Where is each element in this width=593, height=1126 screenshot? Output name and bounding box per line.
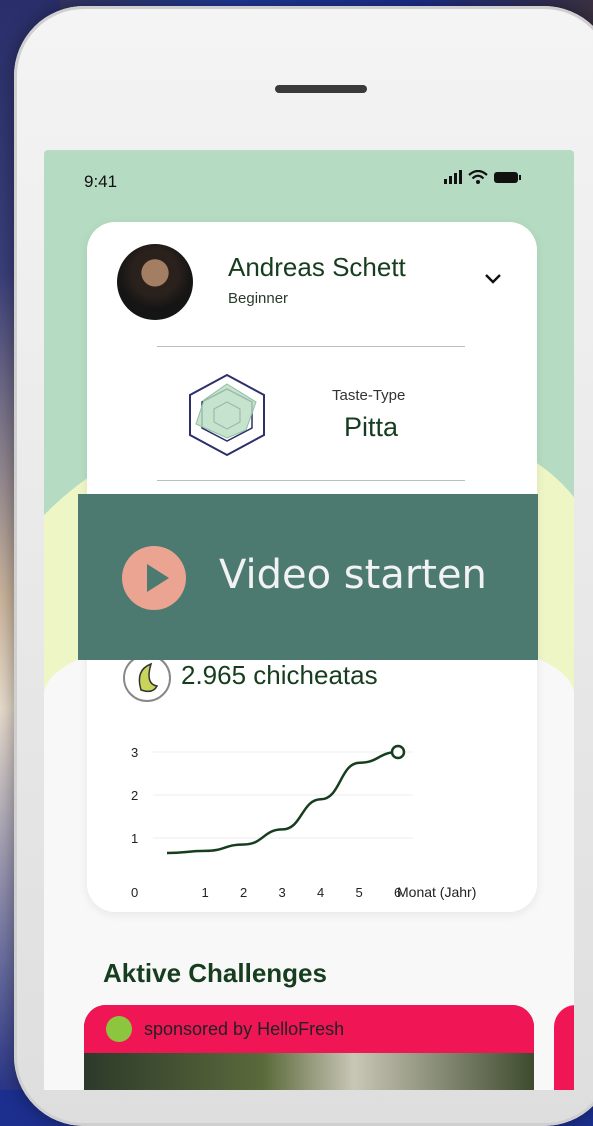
battery-icon [494, 171, 521, 183]
x-tick-label: 5 [356, 885, 363, 900]
video-overlay[interactable]: Video starten [78, 494, 538, 660]
challenge-card-next[interactable] [554, 1005, 574, 1090]
taste-type-label: Taste-Type [332, 387, 406, 404]
taste-type-value: Pitta [344, 412, 399, 442]
status-time: 9:41 [84, 172, 118, 191]
divider [157, 480, 465, 481]
x-tick-label: 2 [240, 885, 247, 900]
y-tick-label: 1 [131, 831, 138, 846]
hellofresh-logo [106, 1016, 132, 1042]
divider [157, 346, 465, 347]
coin-balance: 2.965 chicheatas [181, 660, 378, 690]
challenge-image [84, 1053, 534, 1090]
speaker-grille [275, 85, 367, 93]
profile-level: Beginner [228, 290, 289, 307]
challenges-title: Aktive Challenges [103, 958, 327, 988]
series-end-point [390, 744, 406, 760]
y-tick-label: 3 [131, 745, 138, 760]
play-icon[interactable] [122, 546, 186, 610]
avatar[interactable] [117, 244, 193, 320]
signal-icon [444, 170, 462, 184]
x-axis-label: Monat (Jahr) [397, 884, 476, 900]
x-tick-label: 4 [317, 885, 324, 900]
progress-chart: 1230 1 2 3 4 5 6Monat (Jahr) [131, 744, 476, 900]
video-start-label: Video starten [219, 552, 487, 598]
wifi-icon [468, 170, 488, 184]
sponsor-label: sponsored by HelloFresh [144, 1018, 345, 1039]
x-tick-label: 1 [202, 885, 209, 900]
taste-radar-icon [189, 373, 265, 457]
status-icons [444, 170, 521, 184]
chevron-down-icon[interactable] [483, 272, 503, 286]
y-tick-label: 2 [131, 788, 138, 803]
challenge-card[interactable]: sponsored by HelloFresh [84, 1005, 534, 1090]
x-tick-label: 3 [279, 885, 286, 900]
x-tick-label: 0 [131, 885, 138, 900]
coin-icon [123, 654, 171, 702]
challenge-card-header: sponsored by HelloFresh [84, 1005, 534, 1053]
profile-name: Andreas Schett [228, 252, 406, 282]
